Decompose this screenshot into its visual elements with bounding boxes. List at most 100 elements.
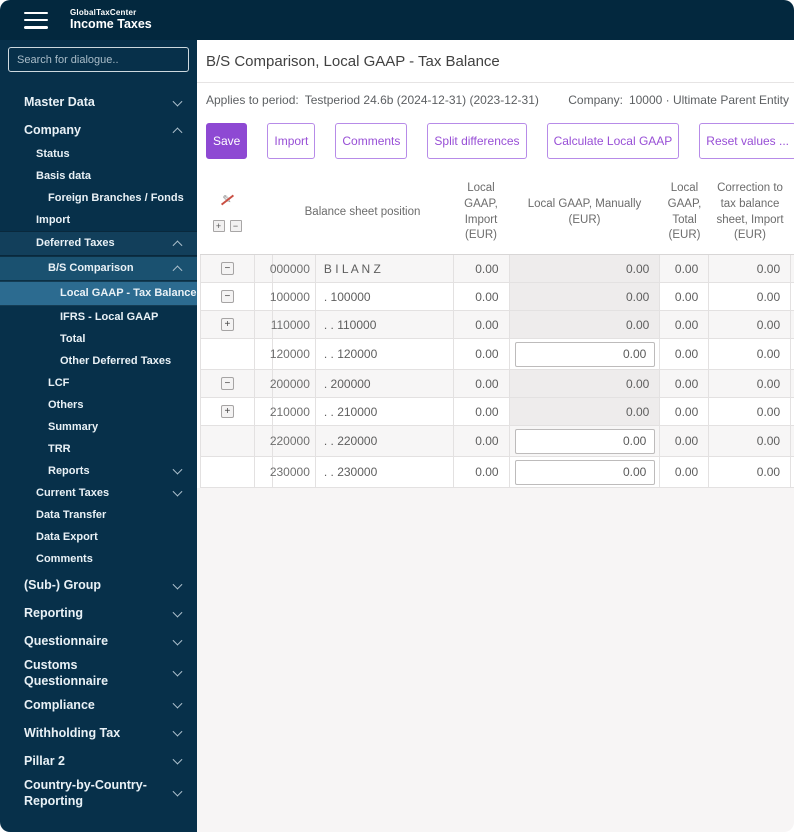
manually-input[interactable] xyxy=(515,428,656,454)
sidebar-item[interactable]: Current Taxes xyxy=(0,482,197,504)
sidebar-item[interactable]: (Sub-) Group xyxy=(0,573,197,598)
sidebar-item[interactable]: Data Export xyxy=(0,526,197,548)
total-value: 0.00 xyxy=(660,457,710,487)
table-row: +210000. . 210000 0.00 0.00 0.00 0.00 xyxy=(201,398,794,426)
comments-button[interactable]: Comments xyxy=(335,123,408,159)
chevron-up-icon xyxy=(172,126,183,137)
chevron-down-icon xyxy=(172,698,183,709)
sidebar-item[interactable]: Data Transfer xyxy=(0,504,197,526)
manually-cell xyxy=(510,426,661,456)
position-number: 210000 xyxy=(270,398,316,425)
expand-all-button[interactable]: + xyxy=(212,220,225,233)
sidebar-item-label: TRR xyxy=(48,442,71,455)
expander-toggle[interactable]: + xyxy=(220,405,234,418)
expander-cell xyxy=(201,339,255,369)
sidebar-item[interactable]: TRR xyxy=(0,438,197,460)
sidebar-item[interactable]: Company xyxy=(0,118,197,143)
table-row: −200000. 200000 0.00 0.00 0.00 0.00 xyxy=(201,370,794,398)
chevron-down-icon xyxy=(172,579,183,590)
import-value: 0.00 xyxy=(454,255,510,282)
manually-input[interactable] xyxy=(515,341,656,367)
table-row: 230000. . 230000 0.00 0.00 0.00 xyxy=(201,457,794,488)
chevron-down-icon xyxy=(172,786,183,797)
expander-toggle[interactable]: + xyxy=(220,318,234,331)
sidebar-item[interactable]: Withholding Tax xyxy=(0,721,197,746)
sidebar-item-label: Other Deferred Taxes xyxy=(60,354,172,367)
sidebar-item[interactable]: Total xyxy=(0,328,197,350)
sidebar-item[interactable]: Others xyxy=(0,394,197,416)
column-header-flag xyxy=(254,171,272,254)
sidebar-nav: Master Data Company Status Basis data Foreig… xyxy=(0,90,197,809)
chevron-down-icon xyxy=(172,754,183,765)
sidebar-item[interactable]: Reporting xyxy=(0,601,197,626)
sidebar-item-label: Status xyxy=(36,147,70,160)
sidebar-item[interactable]: Pillar 2 xyxy=(0,749,197,774)
sidebar-item[interactable]: LCF xyxy=(0,372,197,394)
manually-input[interactable] xyxy=(515,459,656,485)
chevron-down-icon xyxy=(172,96,183,107)
table-row: −000000 B I L A N Z 0.00 0.00 0.00 0.00 xyxy=(201,255,794,283)
correction-value: 0.00 xyxy=(709,255,792,282)
sidebar-item[interactable]: IFRS - Local GAAP xyxy=(0,306,197,328)
sidebar-item[interactable]: Status xyxy=(0,143,197,165)
position-number: 200000 xyxy=(270,370,316,397)
sidebar-item[interactable]: Deferred Taxes xyxy=(0,231,197,256)
import-button[interactable]: Import xyxy=(267,123,316,159)
sidebar-item-label: Total xyxy=(60,332,86,345)
expander-cell: − xyxy=(201,255,255,282)
import-value: 0.00 xyxy=(454,398,510,425)
calculate-local-gaap-button[interactable]: Calculate Local GAAP xyxy=(546,123,680,159)
app-window: GlobalTaxCenter Income Taxes Master Data… xyxy=(0,0,794,832)
sidebar-item-selected[interactable]: Local GAAP - Tax Balance xyxy=(0,281,197,306)
correction-value: 0.00 xyxy=(709,370,792,397)
import-value: 0.00 xyxy=(454,426,510,456)
split-differences-button[interactable]: Split differences xyxy=(427,123,527,159)
save-button[interactable]: Save xyxy=(206,123,248,159)
sidebar-item-label: Data Export xyxy=(36,530,98,543)
expander-toggle[interactable]: − xyxy=(220,262,234,275)
sidebar-item[interactable]: Customs Questionnaire xyxy=(0,657,197,690)
expander-cell xyxy=(201,457,255,487)
reset-values-button[interactable]: Reset values ... xyxy=(699,123,794,159)
content-background xyxy=(197,488,794,832)
manually-value: 0.00 xyxy=(625,376,650,391)
sidebar-item-label: LCF xyxy=(48,376,70,389)
collapse-all-button[interactable]: − xyxy=(229,220,242,233)
context-bar: Applies to period: Testperiod 24.6b (2024… xyxy=(197,83,794,117)
menu-icon[interactable] xyxy=(24,11,48,29)
sidebar-item[interactable]: Summary xyxy=(0,416,197,438)
chevron-down-icon xyxy=(172,635,183,646)
sidebar-item-label: Comments xyxy=(36,552,93,565)
sidebar-item[interactable]: Basis data xyxy=(0,165,197,187)
expander-toggle[interactable]: − xyxy=(220,377,234,390)
manually-cell: 0.00 xyxy=(509,370,661,397)
expander-cell: + xyxy=(201,398,255,425)
title-bar: B/S Comparison, Local GAAP - Tax Balance xyxy=(197,40,794,83)
expander-toggle[interactable]: − xyxy=(220,290,234,303)
sidebar-item[interactable]: Questionnaire xyxy=(0,629,197,654)
total-value: 0.00 xyxy=(660,398,710,425)
column-header-manually: Local GAAP, Manually (EUR) xyxy=(527,197,642,226)
sidebar-item[interactable]: Import xyxy=(0,209,197,231)
sidebar-item[interactable]: B/S Comparison xyxy=(0,256,197,281)
position-name: . . 120000 xyxy=(316,339,454,369)
sidebar-item[interactable]: Master Data xyxy=(0,90,197,115)
chevron-up-icon xyxy=(172,264,183,275)
manually-value: 0.00 xyxy=(625,404,650,419)
position-name: . 200000 xyxy=(316,370,454,397)
position-number: 230000 xyxy=(270,457,316,487)
position-name: B I L A N Z xyxy=(316,255,454,282)
sidebar-item[interactable]: Country-by-Country-Reporting xyxy=(0,777,197,810)
sidebar-item-label: Reports xyxy=(48,464,90,477)
sidebar-item[interactable]: Foreign Branches / Fonds xyxy=(0,187,197,209)
sidebar-item[interactable]: Reports xyxy=(0,460,197,482)
sidebar-item[interactable]: Comments xyxy=(0,548,197,570)
sidebar-item[interactable]: Other Deferred Taxes xyxy=(0,350,197,372)
sidebar-item[interactable]: Compliance xyxy=(0,693,197,718)
period-value: Testperiod 24.6b (2024-12-31) (2023-12-3… xyxy=(304,93,539,107)
position-name: . . 110000 xyxy=(316,311,454,338)
correction-value: 0.00 xyxy=(709,426,792,456)
search-input[interactable] xyxy=(8,47,189,72)
total-value: 0.00 xyxy=(660,426,710,456)
main-content: B/S Comparison, Local GAAP - Tax Balance… xyxy=(197,40,794,832)
